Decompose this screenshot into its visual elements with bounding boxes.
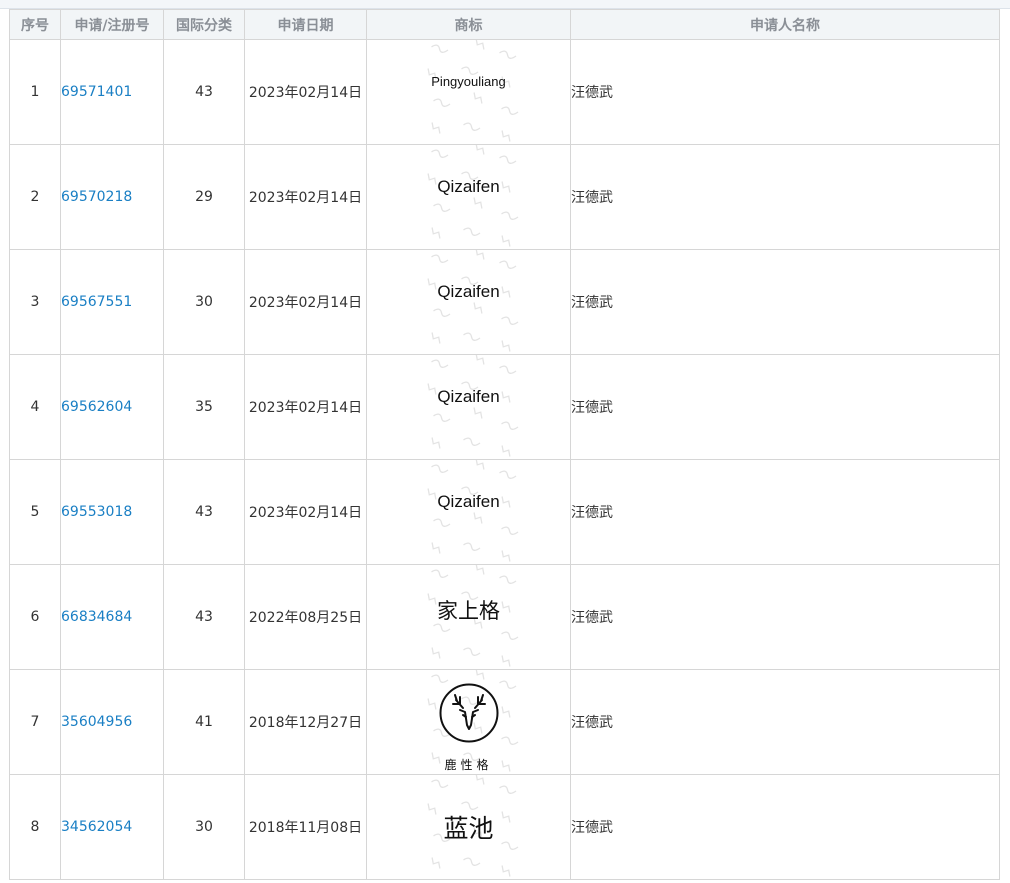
row-mark-cell[interactable]: 蓝池	[366, 774, 571, 880]
row-class: 30	[163, 249, 245, 355]
application-number-link[interactable]: 66834684	[61, 609, 132, 625]
application-number-link[interactable]: 69567551	[61, 294, 132, 310]
trademark-image-text: Qizaifen	[437, 492, 500, 511]
trademark-image-text: Qizaifen	[437, 387, 500, 406]
row-mark-cell[interactable]: 鹿性格	[366, 669, 571, 775]
row-date: 2023年02月14日	[244, 354, 367, 460]
row-owner: 汪德武	[570, 774, 1000, 880]
row-date: 2018年11月08日	[244, 774, 367, 880]
row-date: 2023年02月14日	[244, 39, 367, 145]
table-row[interactable]: 5 69553018 43 2023年02月14日 Qizaifen 汪德武	[9, 459, 1000, 565]
trademark-image-text: Qizaifen	[437, 177, 500, 196]
row-index: 8	[9, 774, 61, 880]
row-index: 5	[9, 459, 61, 565]
header-international-class: 国际分类	[163, 9, 245, 40]
row-mark-cell[interactable]: Qizaifen	[366, 459, 571, 565]
application-number-link[interactable]: 69562604	[61, 399, 132, 415]
row-index: 1	[9, 39, 61, 145]
row-mark-cell[interactable]: Qizaifen	[366, 249, 571, 355]
row-number-cell: 69567551	[60, 249, 164, 355]
table-header-row: 序号 申请/注册号 国际分类 申请日期 商标 申请人名称	[9, 9, 1000, 40]
row-owner: 汪德武	[570, 144, 1000, 250]
trademark-results-panel: 序号 申请/注册号 国际分类 申请日期 商标 申请人名称 1 69571401 …	[0, 0, 1010, 883]
row-owner: 汪德武	[570, 459, 1000, 565]
application-number-link[interactable]: 69571401	[61, 84, 132, 100]
application-number-link[interactable]: 69570218	[61, 189, 132, 205]
trademark-image-text: 鹿性格	[444, 758, 493, 772]
row-owner: 汪德武	[570, 564, 1000, 670]
row-class: 29	[163, 144, 245, 250]
row-index: 3	[9, 249, 61, 355]
row-index: 2	[9, 144, 61, 250]
trademark-image-text: 蓝池	[443, 814, 494, 843]
row-class: 41	[163, 669, 245, 775]
table-row[interactable]: 7 35604956 41 2018年12月27日 鹿性格 汪德武	[9, 669, 1000, 775]
row-number-cell: 69562604	[60, 354, 164, 460]
row-owner: 汪德武	[570, 39, 1000, 145]
header-application-date: 申请日期	[244, 9, 367, 40]
trademark-image-text: Qizaifen	[437, 282, 500, 301]
row-date: 2022年08月25日	[244, 564, 367, 670]
row-owner: 汪德武	[570, 354, 1000, 460]
header-applicant-name: 申请人名称	[570, 9, 1000, 40]
application-number-link[interactable]: 69553018	[61, 504, 132, 520]
watermark-icon	[426, 145, 518, 247]
application-number-link[interactable]: 34562054	[61, 819, 132, 835]
row-class: 43	[163, 39, 245, 145]
row-mark-cell[interactable]: Pingyouliang	[366, 39, 571, 145]
row-number-cell: 35604956	[60, 669, 164, 775]
header-application-number: 申请/注册号	[60, 9, 164, 40]
row-class: 43	[163, 459, 245, 565]
row-index: 7	[9, 669, 61, 775]
trademark-image-text: Pingyouliang	[431, 74, 506, 89]
row-owner: 汪德武	[570, 249, 1000, 355]
trademark-image-text: 家上格	[437, 599, 500, 623]
row-mark-cell[interactable]: Qizaifen	[366, 144, 571, 250]
row-class: 43	[163, 564, 245, 670]
row-date: 2023年02月14日	[244, 249, 367, 355]
row-mark-cell[interactable]: Qizaifen	[366, 354, 571, 460]
row-index: 4	[9, 354, 61, 460]
row-mark-cell[interactable]: 家上格	[366, 564, 571, 670]
watermark-icon	[426, 460, 518, 562]
table-row[interactable]: 3 69567551 30 2023年02月14日 Qizaifen 汪德武	[9, 249, 1000, 355]
watermark-icon	[426, 40, 518, 142]
deer-head-logo-icon	[439, 683, 498, 743]
table-row[interactable]: 8 34562054 30 2018年11月08日 蓝池 汪德武	[9, 774, 1000, 880]
trademark-table: 序号 申请/注册号 国际分类 申请日期 商标 申请人名称 1 69571401 …	[9, 9, 1000, 880]
row-number-cell: 66834684	[60, 564, 164, 670]
row-number-cell: 34562054	[60, 774, 164, 880]
row-date: 2023年02月14日	[244, 459, 367, 565]
header-index: 序号	[9, 9, 61, 40]
row-class: 35	[163, 354, 245, 460]
table-row[interactable]: 1 69571401 43 2023年02月14日 Pingyouliang 汪…	[9, 39, 1000, 145]
row-number-cell: 69570218	[60, 144, 164, 250]
row-owner: 汪德武	[570, 669, 1000, 775]
row-class: 30	[163, 774, 245, 880]
row-number-cell: 69553018	[60, 459, 164, 565]
watermark-icon	[426, 250, 518, 352]
row-date: 2023年02月14日	[244, 144, 367, 250]
table-row[interactable]: 4 69562604 35 2023年02月14日 Qizaifen 汪德武	[9, 354, 1000, 460]
row-date: 2018年12月27日	[244, 669, 367, 775]
row-index: 6	[9, 564, 61, 670]
table-row[interactable]: 6 66834684 43 2022年08月25日 家上格 汪德武	[9, 564, 1000, 670]
header-trademark: 商标	[366, 9, 571, 40]
application-number-link[interactable]: 35604956	[61, 714, 132, 730]
watermark-icon	[426, 355, 518, 457]
row-number-cell: 69571401	[60, 39, 164, 145]
table-row[interactable]: 2 69570218 29 2023年02月14日 Qizaifen 汪德武	[9, 144, 1000, 250]
deer-logo: 鹿性格	[438, 682, 500, 772]
